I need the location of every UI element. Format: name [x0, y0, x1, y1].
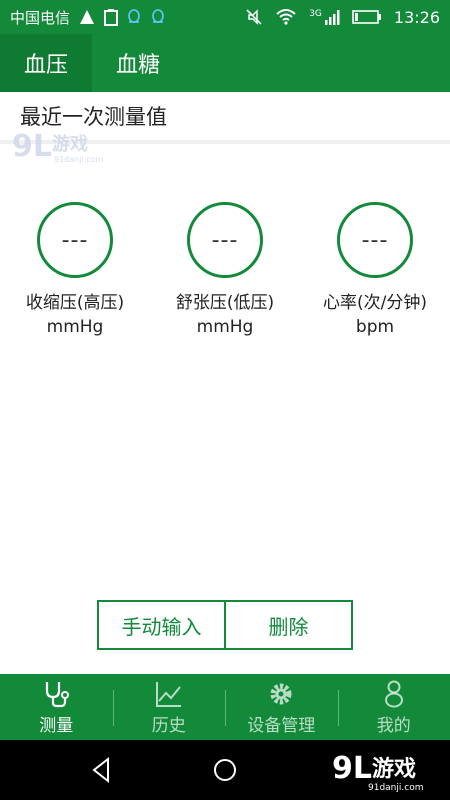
metric-unit: mmHg: [196, 317, 254, 337]
top-tab-bar: 血压 血糖: [0, 34, 450, 92]
person-icon: [384, 680, 403, 707]
mute-icon: [246, 9, 262, 25]
section-title: 最近一次测量值: [20, 105, 167, 129]
signal-group: 3G: [309, 9, 340, 25]
gear-icon: [270, 683, 292, 704]
bottom-nav: 测量 历史 设备管理 我的: [0, 674, 450, 740]
metric-unit: mmHg: [46, 317, 104, 337]
metric-heart-rate: --- 心率(次/分钟) bpm: [300, 202, 450, 337]
svg-text:游戏: 游戏: [52, 133, 88, 155]
nav-label: 我的: [376, 715, 411, 736]
status-left: 中国电信: [10, 7, 166, 28]
svg-text:9L: 9L: [12, 129, 52, 164]
metric-value-circle: ---: [187, 202, 263, 278]
nav-item-profile[interactable]: 我的: [337, 674, 450, 740]
status-right: 3G 13:26: [245, 8, 440, 27]
network-type: 3G: [309, 9, 322, 19]
tab-blood-sugar[interactable]: 血糖: [92, 34, 184, 92]
nav-item-device-management[interactable]: 设备管理: [225, 674, 338, 740]
svg-text:游戏: 游戏: [372, 756, 416, 782]
wifi-icon: [276, 9, 296, 25]
battery-icon: [352, 10, 381, 24]
qq-icon: [128, 9, 140, 23]
watermark-logo: 9L 游戏 91danji.com: [12, 129, 104, 164]
watermark-logo-bottom: 9L 游戏 91danji.com: [332, 751, 423, 793]
delete-button[interactable]: 删除: [224, 602, 351, 648]
action-button-group: 手动输入 删除: [97, 600, 353, 650]
back-icon[interactable]: [86, 754, 118, 786]
nav-item-history[interactable]: 历史: [112, 674, 226, 740]
tab-blood-pressure[interactable]: 血压: [0, 34, 92, 92]
svg-text:91danji.com: 91danji.com: [368, 783, 423, 793]
qq-icon-2: [152, 9, 164, 23]
metric-label: 舒张压(低压): [175, 293, 275, 313]
chart-icon: [155, 681, 181, 707]
svg-text:91danji.com: 91danji.com: [54, 155, 104, 164]
metric-value-circle: ---: [337, 202, 413, 278]
carrier-name: 中国电信: [10, 8, 71, 27]
metric-unit: bpm: [355, 317, 395, 337]
manual-input-button[interactable]: 手动输入: [99, 602, 224, 648]
metric-diastolic: --- 舒张压(低压) mmHg: [150, 202, 300, 337]
status-time: 13:26: [393, 7, 440, 27]
metric-value-circle: ---: [37, 202, 113, 278]
nav-label: 设备管理: [247, 715, 316, 736]
system-nav-bar: 9L 游戏 91danji.com: [0, 740, 450, 800]
cell-signal-icon: [324, 10, 340, 25]
svg-text:9L: 9L: [332, 751, 372, 786]
nav-item-measure[interactable]: 测量: [0, 674, 113, 740]
metric-label: 收缩压(高压): [25, 293, 125, 313]
home-icon[interactable]: [209, 754, 241, 786]
metric-systolic: --- 收缩压(高压) mmHg: [0, 202, 150, 337]
nav-label: 历史: [151, 715, 186, 736]
status-bar: 中国电信 3G 13:26: [0, 0, 450, 34]
stethoscope-icon: [46, 681, 70, 707]
nav-label: 测量: [39, 715, 74, 736]
metrics-row: --- 收缩压(高压) mmHg --- 舒张压(低压) mmHg --- 心率…: [0, 202, 450, 337]
signal-app-icon: [80, 10, 95, 24]
metric-label: 心率(次/分钟): [323, 293, 427, 313]
battery-notification-icon: [104, 9, 119, 26]
